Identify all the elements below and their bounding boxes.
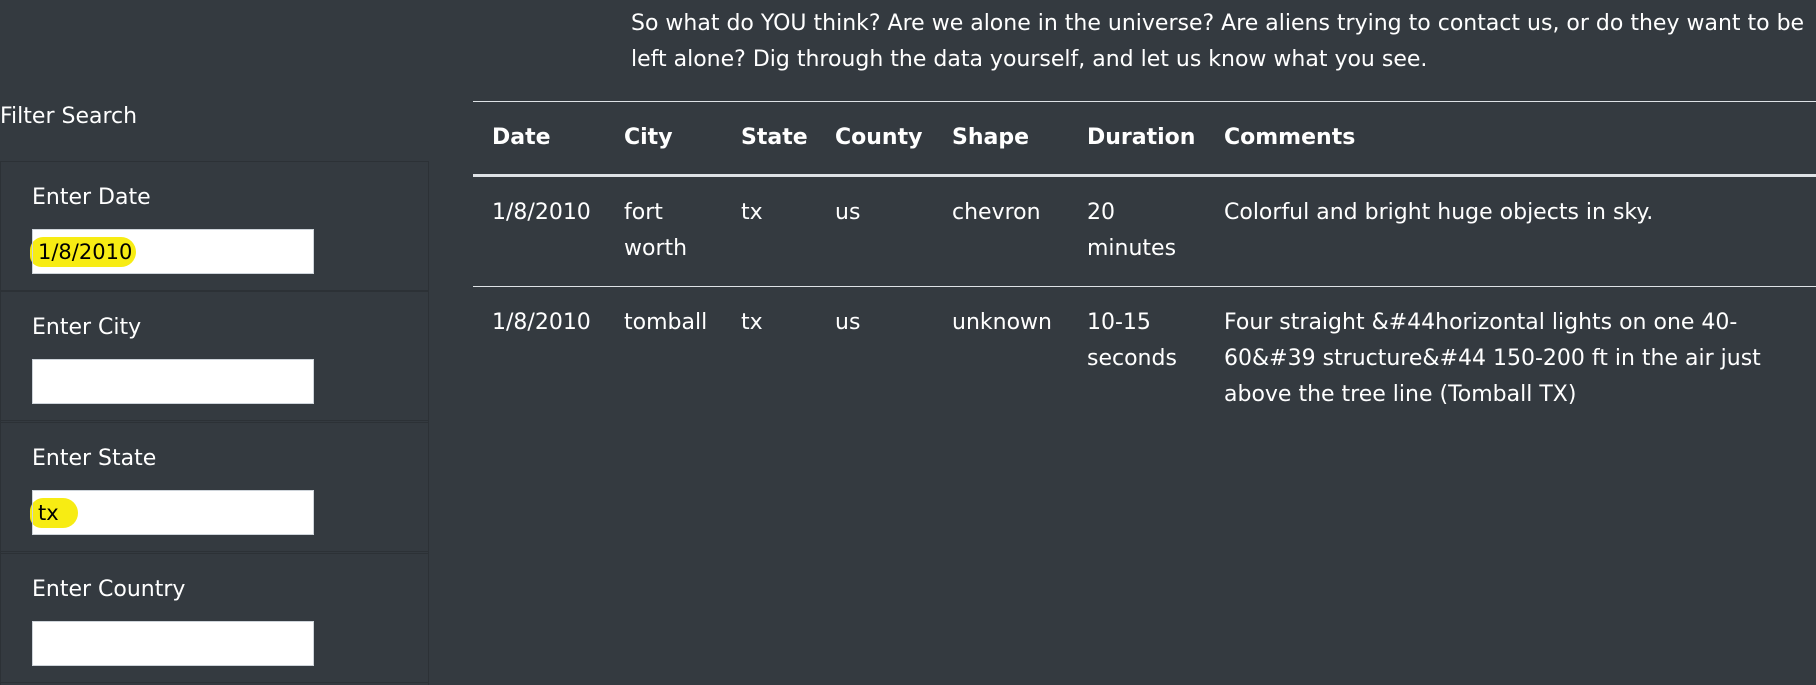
cell-duration: 10-15 seconds [1087, 310, 1177, 371]
state-input[interactable] [32, 490, 314, 535]
cell-state: tx [722, 175, 816, 287]
state-input-wrapper [30, 490, 314, 535]
cell-date: 1/8/2010 [473, 175, 605, 287]
filter-item-state: Enter State [1, 422, 428, 552]
cell-duration: 20 minutes [1068, 175, 1205, 287]
page: So what do YOU think? Are we alone in th… [0, 0, 1816, 685]
filter-panel: Enter Date Enter City Enter State Enter … [0, 161, 429, 685]
column-header-city: City [605, 101, 722, 177]
cell-city: fort worth [605, 175, 722, 287]
cell-county: us [835, 310, 861, 335]
cell-state: tx [741, 310, 763, 335]
filter-label-city: Enter City [32, 315, 142, 340]
table-row: 1/8/2010 fort worth tx us chevron 20 min… [473, 175, 1816, 287]
filter-label-country: Enter Country [32, 577, 186, 602]
column-header-shape: Shape [933, 101, 1068, 177]
column-header-comments: Comments [1205, 101, 1816, 177]
cell-city: tomball [624, 310, 708, 335]
ufo-sightings-table: Date City State County Shape Duration Co… [473, 101, 1816, 428]
intro-paragraph: So what do YOU think? Are we alone in th… [631, 11, 1805, 72]
table-header: Date City State County Shape Duration Co… [473, 101, 1816, 177]
cell-date: 1/8/2010 [492, 310, 591, 335]
cell-comments: Four straight &#44horizontal lights on o… [1224, 310, 1761, 407]
filter-label-state: Enter State [32, 446, 157, 471]
filter-label-date: Enter Date [32, 185, 151, 210]
filter-item-date: Enter Date [1, 161, 428, 291]
table-row: 1/8/2010 tomball tx us unknown 10-15 sec… [473, 287, 1816, 429]
table-header-row: Date City State County Shape Duration Co… [473, 101, 1816, 177]
city-input[interactable] [32, 359, 314, 404]
cell-comments: Colorful and bright huge objects in sky. [1205, 175, 1816, 287]
cell-county: us [816, 175, 933, 287]
cell-shape: unknown [952, 310, 1052, 335]
table-body: 1/8/2010 fort worth tx us chevron 20 min… [473, 175, 1816, 429]
date-input[interactable] [32, 229, 314, 274]
filter-item-country: Enter Country [1, 553, 428, 683]
column-header-county: County [816, 101, 933, 177]
filter-search-title: Filter Search [0, 104, 138, 129]
country-input[interactable] [32, 621, 314, 666]
ufo-table-container: Date City State County Shape Duration Co… [473, 101, 1816, 428]
cell-shape: chevron [933, 175, 1068, 287]
date-input-wrapper [30, 229, 314, 274]
column-header-duration: Duration [1068, 101, 1205, 177]
column-header-state: State [722, 101, 816, 177]
column-header-date: Date [473, 101, 605, 177]
filter-item-city: Enter City [1, 291, 428, 421]
